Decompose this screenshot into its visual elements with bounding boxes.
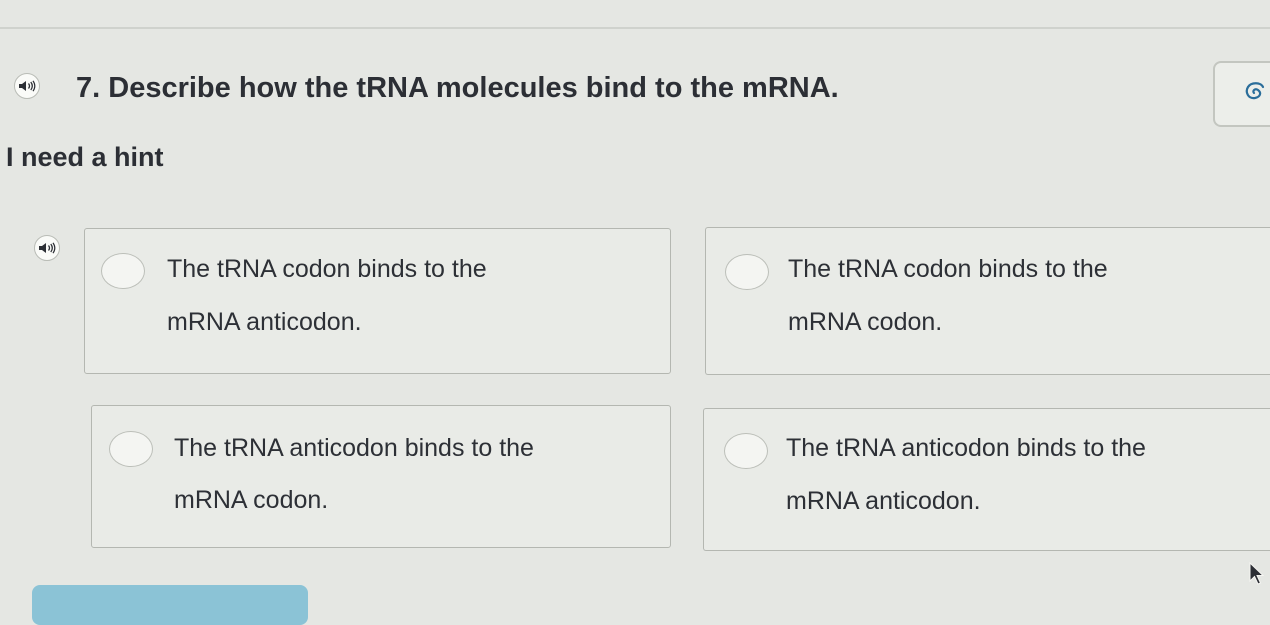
choice-b-line1: The tRNA codon binds to the: [788, 255, 1108, 283]
answer-choice-b[interactable]: The tRNA codon binds to the mRNA codon.: [705, 227, 1270, 375]
question-prompt: Describe how the tRNA molecules bind to …: [108, 72, 839, 104]
choices-audio-button[interactable]: [34, 235, 60, 261]
question-audio-button[interactable]: [14, 73, 40, 99]
radio-b[interactable]: [725, 254, 769, 290]
choice-d-line2: mRNA anticodon.: [786, 487, 981, 515]
bubble-icon: [1245, 82, 1265, 100]
speaker-icon: [39, 242, 56, 254]
radio-d[interactable]: [724, 433, 768, 469]
choice-a-line2: mRNA anticodon.: [167, 308, 362, 336]
choice-c-line1: The tRNA anticodon binds to the: [174, 434, 534, 462]
radio-c[interactable]: [109, 431, 153, 467]
answer-choice-a[interactable]: The tRNA codon binds to the mRNA anticod…: [84, 228, 671, 374]
choice-d-line1: The tRNA anticodon binds to the: [786, 434, 1146, 462]
tool-button[interactable]: [1213, 61, 1270, 127]
question-number: 7.: [76, 72, 101, 104]
submit-button[interactable]: [32, 585, 308, 625]
choice-c-line2: mRNA codon.: [174, 486, 329, 514]
choice-b-line2: mRNA codon.: [788, 308, 943, 336]
question-text: 7. Describe how the tRNA molecules bind …: [76, 70, 839, 106]
radio-a[interactable]: [101, 253, 145, 289]
top-divider: [0, 27, 1270, 29]
answer-choice-d[interactable]: The tRNA anticodon binds to the mRNA ant…: [703, 408, 1270, 551]
speaker-icon: [19, 80, 36, 92]
answer-choice-c[interactable]: The tRNA anticodon binds to the mRNA cod…: [91, 405, 671, 548]
choice-a-line1: The tRNA codon binds to the: [167, 255, 487, 283]
hint-link[interactable]: I need a hint: [6, 140, 164, 174]
mouse-cursor-icon: [1249, 562, 1265, 585]
